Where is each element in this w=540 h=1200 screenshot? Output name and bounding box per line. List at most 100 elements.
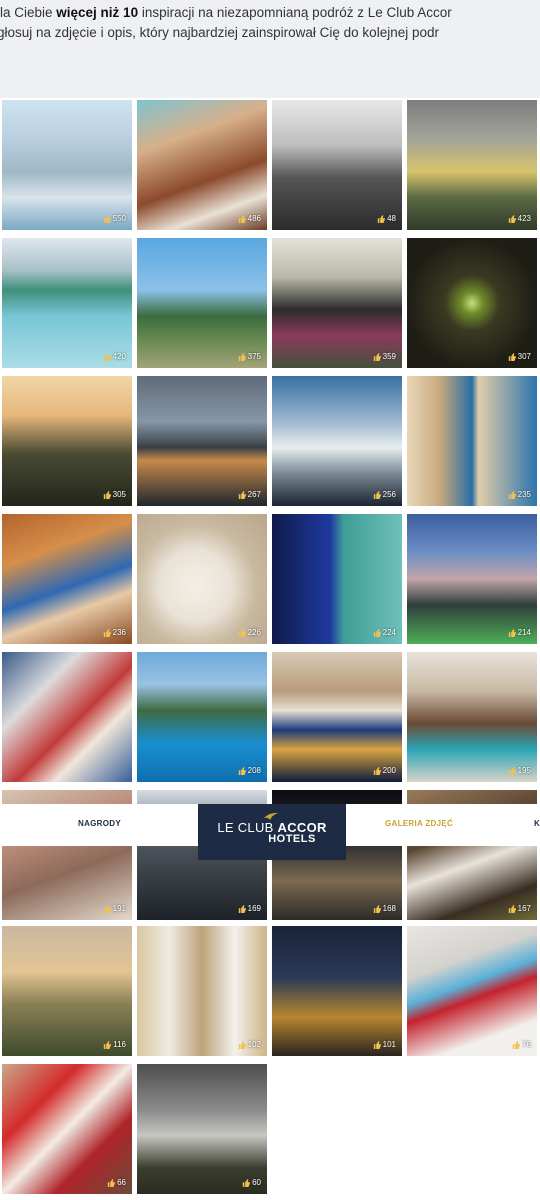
photo-tile[interactable]: 101 [272, 926, 402, 1056]
thumb-up-icon [373, 490, 381, 499]
photo-lake-resort [137, 652, 267, 782]
likes-counter: 200 [373, 766, 396, 775]
likes-counter: 305 [103, 490, 126, 499]
photo-tile[interactable]: 256 [272, 376, 402, 506]
thumb-up-icon [508, 628, 516, 637]
nav-gallery[interactable]: GALERIA ZDJĘĆ [385, 819, 453, 828]
likes-counter: 256 [373, 490, 396, 499]
photo-tile[interactable]: 423 [407, 100, 537, 230]
photo-pool [2, 238, 132, 368]
likes-counter: 168 [373, 904, 396, 913]
thumb-up-icon [508, 352, 516, 361]
thumb-up-icon [512, 1040, 521, 1049]
intro-line-2: głosuj na zdjęcie i opis, który najbardz… [0, 25, 439, 40]
photo-city-lights [407, 514, 537, 644]
photo-tile[interactable]: 307 [407, 238, 537, 368]
photo-hotel-lobby [407, 652, 537, 782]
likes-counter: 195 [508, 766, 531, 775]
likes-counter: 550 [103, 214, 126, 223]
photo-tile[interactable]: 116 [2, 926, 132, 1056]
thumb-up-icon [238, 904, 246, 913]
photo-balloons-bagan [2, 926, 132, 1056]
thumb-up-icon [373, 766, 381, 775]
thumb-up-icon [508, 490, 516, 499]
photo-tile[interactable]: 486 [137, 100, 267, 230]
photo-tile[interactable]: 200 [272, 652, 402, 782]
photo-tile[interactable]: 235 [407, 376, 537, 506]
thumb-up-icon [238, 214, 246, 223]
photo-budapest-collage [2, 652, 132, 782]
photo-tile[interactable]: 550 [2, 100, 132, 230]
likes-counter: 235 [508, 490, 531, 499]
likes-counter: 375 [238, 352, 261, 361]
photo-kids-party [272, 238, 402, 368]
photo-coconut [137, 514, 267, 644]
photo-tile[interactable]: 267 [137, 376, 267, 506]
likes-counter: 486 [238, 214, 261, 223]
photo-tile[interactable]: 208 [137, 652, 267, 782]
likes-counter: 167 [508, 904, 531, 913]
photo-tile[interactable]: 195 [407, 652, 537, 782]
thumb-up-icon [242, 1178, 251, 1187]
likes-counter: 48 [377, 214, 396, 223]
le-club-accor-logo[interactable]: LE CLUB ACCOR HOTELS [198, 804, 346, 860]
thumb-up-icon [508, 904, 516, 913]
photo-prague-dusk [137, 376, 267, 506]
photo-storm-hill [137, 1064, 267, 1194]
thumb-up-icon [508, 214, 516, 223]
likes-counter: 224 [373, 628, 396, 637]
thumb-up-icon [103, 214, 111, 223]
photo-tile[interactable]: 214 [407, 514, 537, 644]
photo-tile[interactable]: 359 [272, 238, 402, 368]
photo-tile[interactable]: 375 [137, 238, 267, 368]
photo-tile[interactable]: 224 [272, 514, 402, 644]
photo-hotel-collage [407, 376, 537, 506]
thumb-up-icon [238, 766, 246, 775]
photo-tile[interactable]: 102 [137, 926, 267, 1056]
likes-counter: 236 [103, 628, 126, 637]
thumb-up-icon [373, 904, 381, 913]
intro-text: inspiracji na niezapomnianą podróż z Le … [138, 5, 452, 20]
intro-text: lla Ciebie [0, 5, 57, 20]
photo-tile[interactable]: 226 [137, 514, 267, 644]
photo-tunnel [407, 238, 537, 368]
photo-room-and-castle [272, 652, 402, 782]
thumb-up-icon [107, 1178, 116, 1187]
photo-mist-mirror [272, 376, 402, 506]
photo-tile[interactable]: 236 [2, 514, 132, 644]
photo-tile[interactable]: 305 [2, 376, 132, 506]
photo-tile[interactable]: 76 [407, 926, 537, 1056]
likes-counter: 359 [373, 352, 396, 361]
thumb-up-icon [103, 628, 111, 637]
photo-tile[interactable]: 420 [2, 238, 132, 368]
likes-counter: 101 [373, 1040, 396, 1049]
photo-tile[interactable] [2, 652, 132, 782]
photo-tile[interactable]: 60 [137, 1064, 267, 1194]
nav-next-partial[interactable]: K [534, 819, 540, 828]
photo-jacuzzi [2, 100, 132, 230]
likes-counter: 214 [508, 628, 531, 637]
logo-line-2: HOTELS [268, 832, 316, 845]
bird-logo-icon [264, 812, 278, 820]
thumb-up-icon [377, 214, 386, 223]
likes-counter: 208 [238, 766, 261, 775]
photo-tile[interactable]: 66 [2, 1064, 132, 1194]
photo-mosque [137, 926, 267, 1056]
likes-counter: 267 [238, 490, 261, 499]
nav-rewards[interactable]: NAGRODY [78, 819, 121, 828]
likes-counter: 116 [103, 1040, 126, 1049]
likes-counter: 226 [238, 628, 261, 637]
likes-counter: 191 [103, 904, 126, 913]
photo-santa-collage [2, 1064, 132, 1194]
photo-hoi-an-collage [272, 514, 402, 644]
thumb-up-icon [373, 352, 381, 361]
likes-counter: 307 [508, 352, 531, 361]
photo-hotel-room [137, 100, 267, 230]
likes-counter: 102 [238, 1040, 261, 1049]
thumb-up-icon [238, 490, 246, 499]
likes-counter: 169 [238, 904, 261, 913]
likes-counter: 420 [103, 352, 126, 361]
photo-seaside-town [137, 238, 267, 368]
likes-counter: 76 [512, 1040, 531, 1049]
photo-tile[interactable]: 48 [272, 100, 402, 230]
